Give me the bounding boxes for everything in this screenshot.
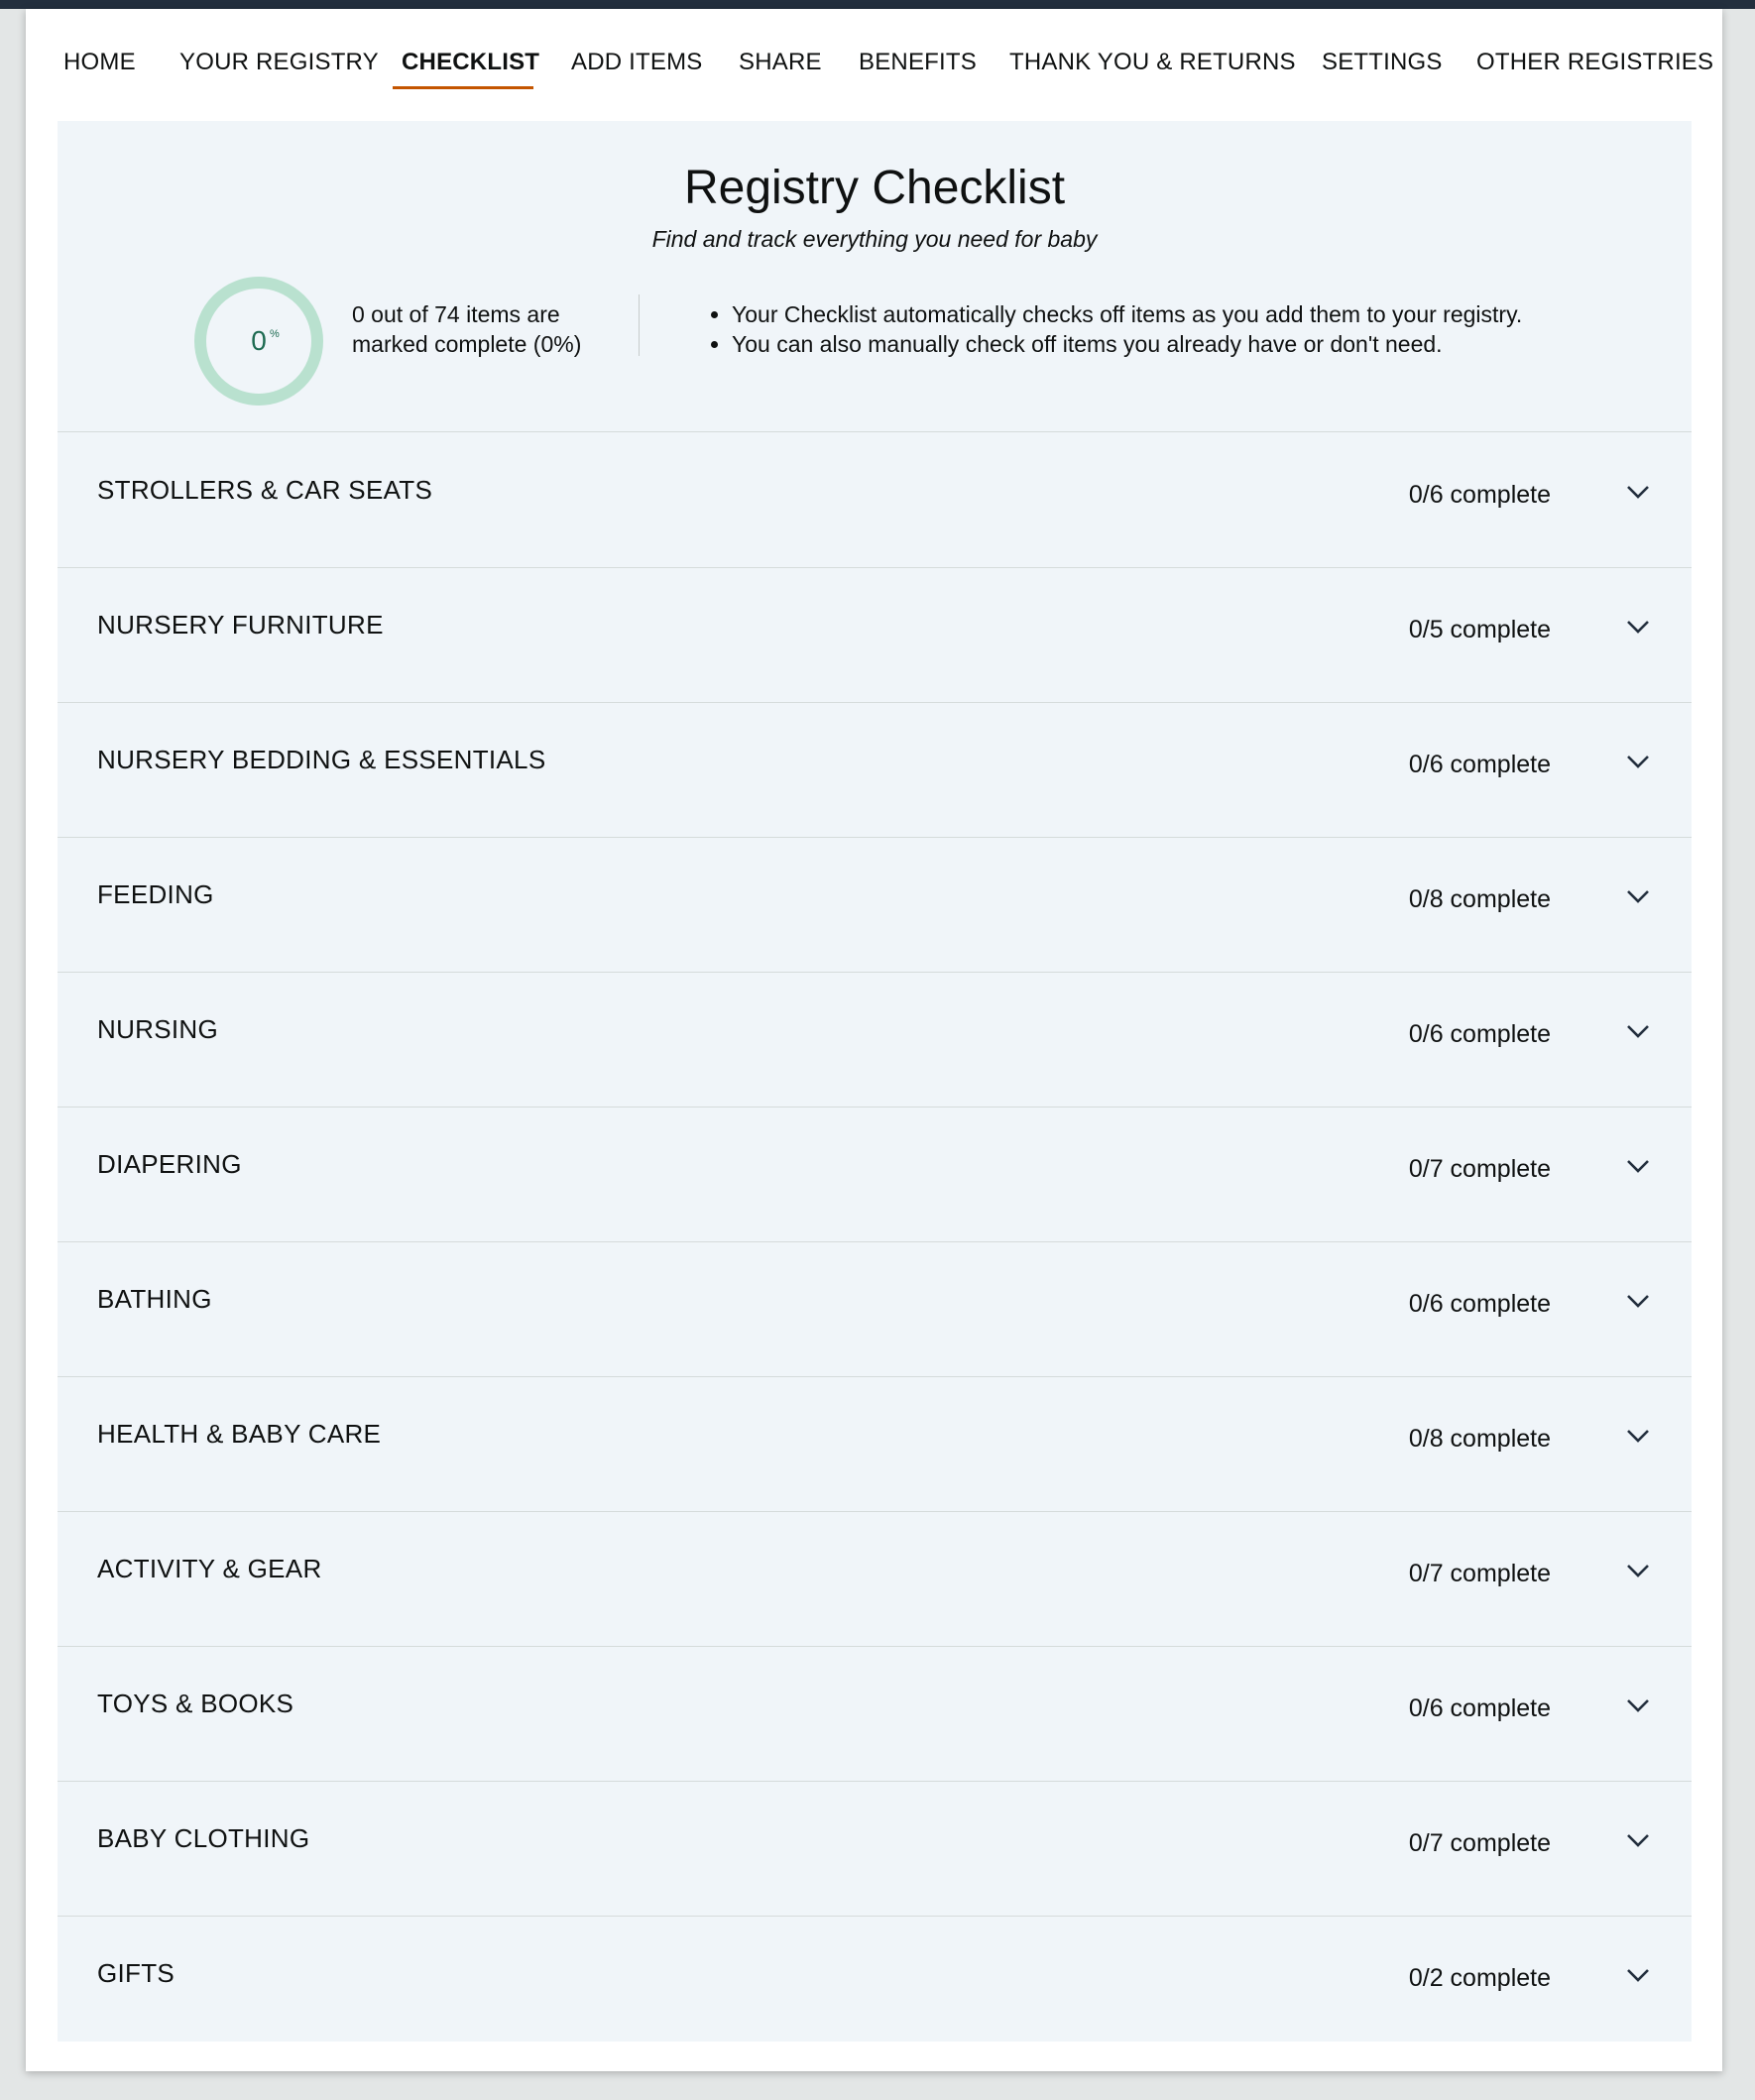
category-status: 0/6 complete <box>1408 481 1551 509</box>
category-label: DIAPERING <box>97 1149 242 1179</box>
checklist-panel: Registry Checklist Find and track everyt… <box>58 121 1692 2042</box>
nav-add-items[interactable]: ADD ITEMS <box>571 49 702 76</box>
category-status: 0/7 complete <box>1408 1829 1551 1857</box>
top-bar <box>0 0 1755 9</box>
chevron-down-icon[interactable] <box>1625 1021 1651 1041</box>
nav-checklist[interactable]: CHECKLIST <box>402 49 539 76</box>
nav-settings[interactable]: SETTINGS <box>1322 49 1443 76</box>
chevron-down-icon[interactable] <box>1625 1156 1651 1176</box>
category-label: BATHING <box>97 1284 212 1314</box>
chevron-down-icon[interactable] <box>1625 1695 1651 1715</box>
category-status: 0/5 complete <box>1408 616 1551 643</box>
category-status: 0/8 complete <box>1408 1425 1551 1453</box>
category-status: 0/7 complete <box>1408 1155 1551 1183</box>
chevron-down-icon[interactable] <box>1625 1426 1651 1446</box>
category-row-baby-clothing[interactable]: BABY CLOTHING 0/7 complete <box>58 1781 1692 1917</box>
nav-thank-you-returns[interactable]: THANK YOU & RETURNS <box>1009 49 1296 76</box>
progress-ring: 0% <box>194 277 323 406</box>
chevron-down-icon[interactable] <box>1625 1561 1651 1580</box>
category-status: 0/8 complete <box>1408 885 1551 913</box>
category-row-strollers-car-seats[interactable]: STROLLERS & CAR SEATS 0/6 complete <box>58 432 1692 568</box>
page-title: Registry Checklist <box>683 162 1066 214</box>
active-tab-indicator <box>393 86 533 89</box>
category-row-diapering[interactable]: DIAPERING 0/7 complete <box>58 1107 1692 1242</box>
category-label: STROLLERS & CAR SEATS <box>97 475 433 505</box>
category-label: NURSERY BEDDING & ESSENTIALS <box>97 745 546 774</box>
category-row-nursery-furniture[interactable]: NURSERY FURNITURE 0/5 complete <box>58 567 1692 703</box>
registry-card: HOME YOUR REGISTRY CHECKLIST ADD ITEMS S… <box>26 9 1722 2071</box>
registry-nav: HOME YOUR REGISTRY CHECKLIST ADD ITEMS S… <box>26 9 1722 120</box>
progress-value: 0% <box>251 325 280 356</box>
chevron-down-icon[interactable] <box>1625 752 1651 771</box>
category-status: 0/6 complete <box>1408 751 1551 778</box>
category-status: 0/6 complete <box>1408 1694 1551 1722</box>
category-row-feeding[interactable]: FEEDING 0/8 complete <box>58 837 1692 973</box>
category-status: 0/6 complete <box>1408 1020 1551 1048</box>
category-row-activity-gear[interactable]: ACTIVITY & GEAR 0/7 complete <box>58 1511 1692 1647</box>
nav-your-registry[interactable]: YOUR REGISTRY <box>179 49 379 76</box>
header-divider <box>639 294 640 356</box>
category-row-gifts[interactable]: GIFTS 0/2 complete <box>58 1916 1692 2050</box>
progress-summary: 0 out of 74 items are marked complete (0… <box>352 301 582 357</box>
checklist-header: Registry Checklist Find and track everyt… <box>58 121 1692 432</box>
category-row-nursery-bedding[interactable]: NURSERY BEDDING & ESSENTIALS 0/6 complet… <box>58 702 1692 838</box>
category-row-toys-books[interactable]: TOYS & BOOKS 0/6 complete <box>58 1646 1692 1782</box>
progress-unit: % <box>270 328 280 340</box>
category-label: NURSERY FURNITURE <box>97 610 384 640</box>
chevron-down-icon[interactable] <box>1625 886 1651 906</box>
page-subtitle: Find and track everything you need for b… <box>651 226 1098 252</box>
tip-item: Your Checklist automatically checks off … <box>732 299 1522 329</box>
chevron-down-icon[interactable] <box>1625 482 1651 502</box>
chevron-down-icon[interactable] <box>1625 1830 1651 1850</box>
category-label: NURSING <box>97 1014 218 1044</box>
category-label: FEEDING <box>97 879 214 909</box>
category-row-bathing[interactable]: BATHING 0/6 complete <box>58 1241 1692 1377</box>
nav-benefits[interactable]: BENEFITS <box>859 49 977 76</box>
category-status: 0/6 complete <box>1408 1290 1551 1318</box>
category-status: 0/7 complete <box>1408 1560 1551 1587</box>
category-label: BABY CLOTHING <box>97 1823 310 1853</box>
category-row-health-baby-care[interactable]: HEALTH & BABY CARE 0/8 complete <box>58 1376 1692 1512</box>
nav-other-registries[interactable]: OTHER REGISTRIES <box>1476 49 1713 76</box>
category-row-nursing[interactable]: NURSING 0/6 complete <box>58 972 1692 1108</box>
category-status: 0/2 complete <box>1408 1964 1551 1992</box>
checklist-tips: Your Checklist automatically checks off … <box>732 299 1522 359</box>
category-label: GIFTS <box>97 1958 176 1988</box>
category-label: HEALTH & BABY CARE <box>97 1419 382 1449</box>
nav-home[interactable]: HOME <box>63 49 136 76</box>
category-label: ACTIVITY & GEAR <box>97 1554 322 1583</box>
chevron-down-icon[interactable] <box>1625 1291 1651 1311</box>
tip-item: You can also manually check off items yo… <box>732 329 1522 359</box>
chevron-down-icon[interactable] <box>1625 617 1651 637</box>
chevron-down-icon[interactable] <box>1625 1965 1651 1985</box>
nav-share[interactable]: SHARE <box>739 49 822 76</box>
category-label: TOYS & BOOKS <box>97 1689 294 1718</box>
